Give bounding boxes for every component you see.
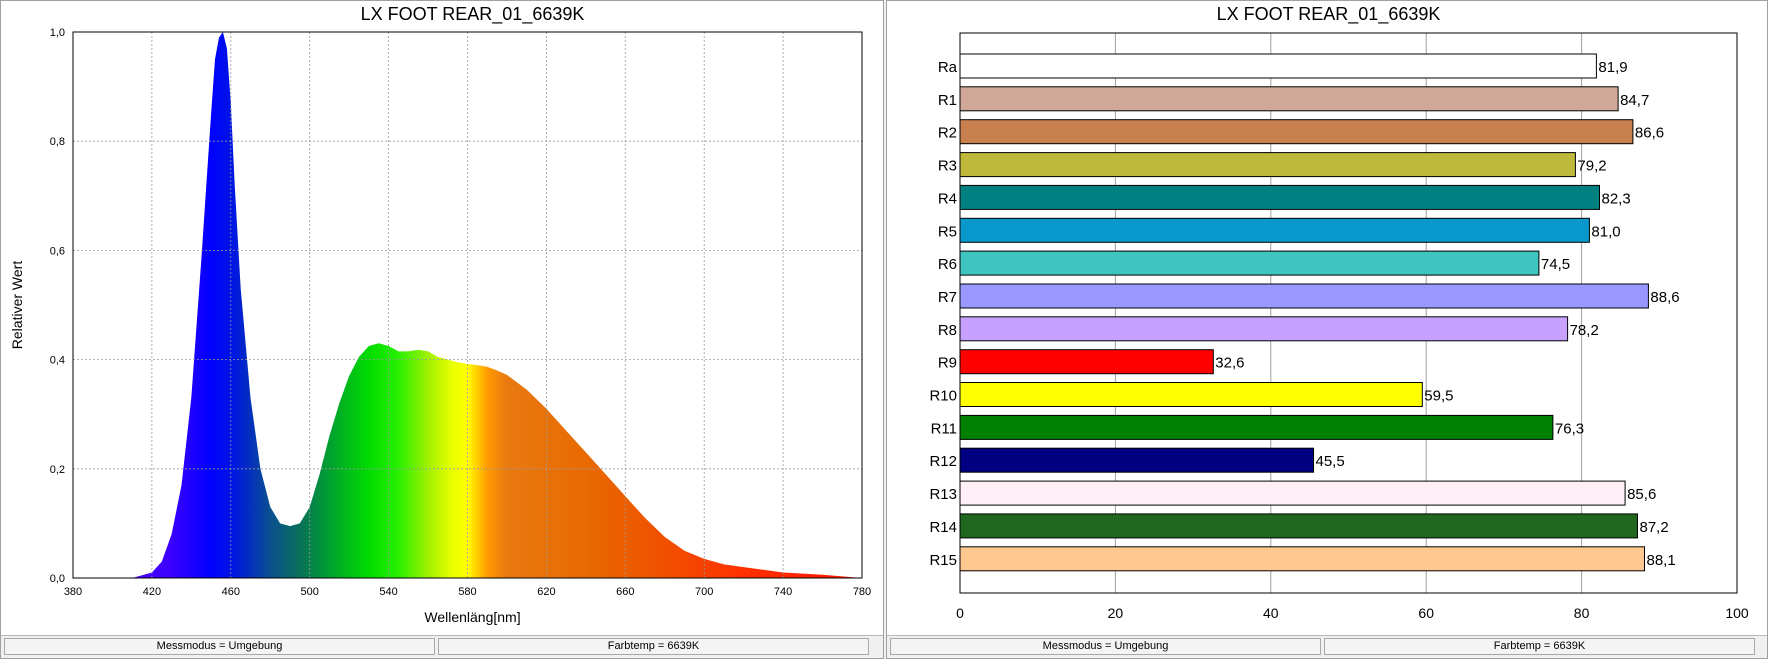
x-tick-label: 100 xyxy=(1725,605,1749,621)
cri-status-bar: Messmodus = Umgebung Farbtemp = 6639K xyxy=(887,635,1767,658)
category-label: R14 xyxy=(929,519,957,536)
x-tick-label: 380 xyxy=(64,586,82,598)
y-tick-label: 0,8 xyxy=(50,136,65,148)
category-label: R1 xyxy=(938,92,957,109)
plot-area xyxy=(960,33,1737,593)
x-tick-label: 700 xyxy=(695,586,713,598)
chart-title: LX FOOT REAR_01_6639K xyxy=(1217,4,1441,25)
cri-panel: 0 20 40 60 80 100 Ra 81,9 R1 84,7 R2 86,6 R3 79,2 R4 82… xyxy=(886,0,1768,659)
spectrum-chart: 380 420 460 500 540 580 620 660 700 740 780 0,0 0,2 0… xyxy=(9,4,871,625)
y-tick-label: 0,4 xyxy=(50,355,65,367)
x-tick-label: 740 xyxy=(774,586,792,598)
y-tick-label: 0,6 xyxy=(50,245,65,257)
value-label: 45,5 xyxy=(1316,453,1345,470)
value-label: 87,2 xyxy=(1640,519,1669,536)
cri-bar-r3 xyxy=(959,152,1576,178)
value-label: 88,6 xyxy=(1650,289,1679,306)
y-axis-label: Relativer Wert xyxy=(9,261,25,350)
value-label: 32,6 xyxy=(1215,355,1244,372)
category-label: R12 xyxy=(929,453,957,470)
x-tick-label: 580 xyxy=(458,586,476,598)
x-tick-label: 460 xyxy=(222,586,240,598)
value-label: 88,1 xyxy=(1647,552,1676,569)
y-tick-label: 0,0 xyxy=(50,573,65,585)
category-label: R13 xyxy=(929,486,957,503)
cri-bar-r12 xyxy=(959,447,1314,473)
cri-bar-r8 xyxy=(959,316,1569,342)
value-label: 78,2 xyxy=(1570,322,1599,339)
category-label: R7 xyxy=(938,289,957,306)
cri-bar-ra xyxy=(959,53,1597,79)
chart-title: LX FOOT REAR_01_6639K xyxy=(361,4,585,25)
cri-bar-chart: 0 20 40 60 80 100 Ra 81,9 R1 84,7 R2 86,6 R3 79,2 R4 82… xyxy=(929,4,1749,621)
category-label: R3 xyxy=(938,158,957,175)
category-label: R15 xyxy=(929,552,957,569)
value-label: 84,7 xyxy=(1620,92,1649,109)
app-window: 380 420 460 500 540 580 620 660 700 740 780 0,0 0,2 0… xyxy=(0,0,1768,659)
cri-bar-r1 xyxy=(959,86,1619,112)
cri-bar-r14 xyxy=(959,513,1638,539)
x-tick-label: 80 xyxy=(1574,605,1590,621)
category-label: R11 xyxy=(931,420,957,437)
cri-bar-r13 xyxy=(959,480,1626,506)
x-tick-label: 60 xyxy=(1418,605,1434,621)
x-tick-label: 660 xyxy=(616,586,634,598)
cri-bar-r6 xyxy=(959,250,1540,276)
cri-bar-r11 xyxy=(959,414,1554,440)
x-tick-label: 40 xyxy=(1263,605,1279,621)
y-tick-label: 1,0 xyxy=(50,27,65,39)
spectrum-status-bar: Messmodus = Umgebung Farbtemp = 6639K xyxy=(1,635,883,658)
spectrum-panel: 380 420 460 500 540 580 620 660 700 740 780 0,0 0,2 0… xyxy=(0,0,884,659)
cri-bar-r5 xyxy=(959,217,1590,243)
x-tick-label: 620 xyxy=(537,586,555,598)
y-tick-label: 0,2 xyxy=(50,464,65,476)
value-label: 85,6 xyxy=(1627,486,1656,503)
category-label: R4 xyxy=(938,190,957,207)
cri-bar-r10 xyxy=(959,382,1423,407)
value-label: 59,5 xyxy=(1424,388,1453,405)
value-label: 76,3 xyxy=(1555,420,1584,437)
farbtemp-status: Farbtemp = 6639K xyxy=(438,638,869,655)
cri-bar-r9 xyxy=(959,349,1214,375)
x-tick-label: 420 xyxy=(143,586,161,598)
messmodus-status: Messmodus = Umgebung xyxy=(890,638,1321,655)
value-label: 81,0 xyxy=(1591,223,1620,240)
category-label: R2 xyxy=(938,125,957,142)
cri-bar-r15 xyxy=(959,546,1645,572)
value-label: 79,2 xyxy=(1577,158,1606,175)
value-label: 86,6 xyxy=(1635,125,1664,142)
farbtemp-status: Farbtemp = 6639K xyxy=(1324,638,1755,655)
category-label: R6 xyxy=(938,256,957,273)
cri-bar-r2 xyxy=(959,119,1634,145)
category-label: Ra xyxy=(938,59,958,76)
category-label: R8 xyxy=(938,322,957,339)
value-label: 81,9 xyxy=(1598,59,1627,76)
category-label: R10 xyxy=(929,388,957,405)
cri-bar-r7 xyxy=(959,283,1649,309)
x-tick-label: 540 xyxy=(379,586,397,598)
x-tick-label: 780 xyxy=(853,586,871,598)
x-axis-label: Wellenläng[nm] xyxy=(424,609,520,625)
value-label: 82,3 xyxy=(1602,190,1631,207)
x-tick-label: 0 xyxy=(956,605,964,621)
x-tick-label: 500 xyxy=(301,586,319,598)
x-tick-label: 20 xyxy=(1108,605,1124,621)
value-label: 74,5 xyxy=(1541,256,1570,273)
category-label: R5 xyxy=(938,223,957,240)
category-label: R9 xyxy=(938,355,957,372)
cri-bar-r4 xyxy=(959,184,1600,210)
messmodus-status: Messmodus = Umgebung xyxy=(4,638,435,655)
